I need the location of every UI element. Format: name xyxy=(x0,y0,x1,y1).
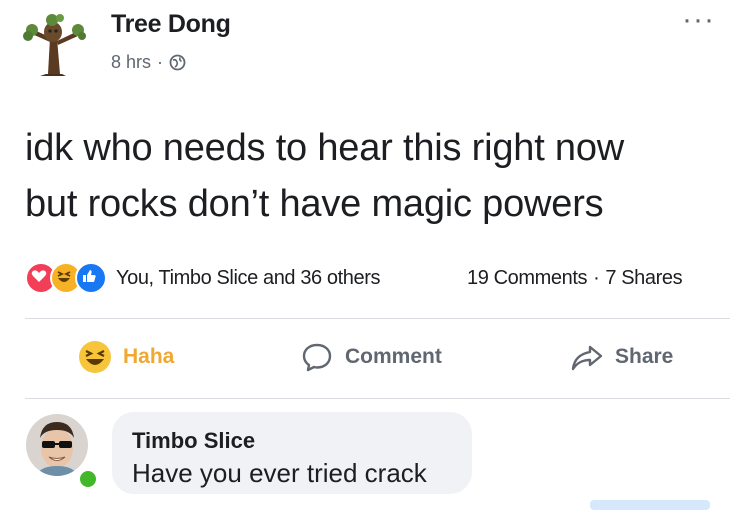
post-text-line-2: but rocks don’t have magic powers xyxy=(25,183,604,225)
comment-button[interactable]: Comment xyxy=(300,340,442,374)
ellipsis-icon[interactable]: ··· xyxy=(682,5,715,35)
haha-button[interactable]: Haha xyxy=(78,340,174,374)
haha-label: Haha xyxy=(123,345,175,368)
comment-label: Comment xyxy=(345,345,442,368)
comment-icon xyxy=(300,340,334,374)
divider-top xyxy=(25,318,730,319)
share-label: Share xyxy=(615,345,674,368)
haha-icon xyxy=(78,340,112,374)
divider-bottom xyxy=(25,398,730,399)
commenter-avatar[interactable] xyxy=(26,414,88,476)
post-meta: 8 hrs · xyxy=(111,52,186,73)
post-text: idk who needs to hear this right now but… xyxy=(25,120,745,232)
online-status-indicator xyxy=(77,468,99,490)
comment-text: Have you ever tried crack xyxy=(132,458,427,488)
share-button[interactable]: Share xyxy=(570,340,673,374)
meta-separator: · xyxy=(157,52,164,72)
counts-separator: · xyxy=(593,267,600,289)
commenter-name[interactable]: Timbo Slice xyxy=(132,428,255,454)
globe-icon xyxy=(169,54,186,71)
share-icon xyxy=(570,340,604,374)
post-author-name[interactable]: Tree Dong xyxy=(111,10,231,39)
tree-avatar[interactable] xyxy=(22,8,86,78)
like-reaction-icon xyxy=(75,262,107,294)
reaction-summary-text[interactable]: You, Timbo Slice and 36 others xyxy=(116,267,381,290)
engagement-counts: 19 Comments · 7 Shares xyxy=(467,267,683,290)
reactions-summary[interactable]: You, Timbo Slice and 36 others xyxy=(25,262,381,294)
partial-reply-box[interactable] xyxy=(590,500,710,510)
comments-count[interactable]: 19 Comments xyxy=(467,267,587,290)
post-time[interactable]: 8 hrs xyxy=(111,52,151,73)
facebook-post: Tree Dong 8 hrs · ··· idk who needs to h… xyxy=(0,0,750,510)
shares-count[interactable]: 7 Shares xyxy=(605,267,682,290)
post-text-line-1: idk who needs to hear this right now xyxy=(25,127,625,169)
